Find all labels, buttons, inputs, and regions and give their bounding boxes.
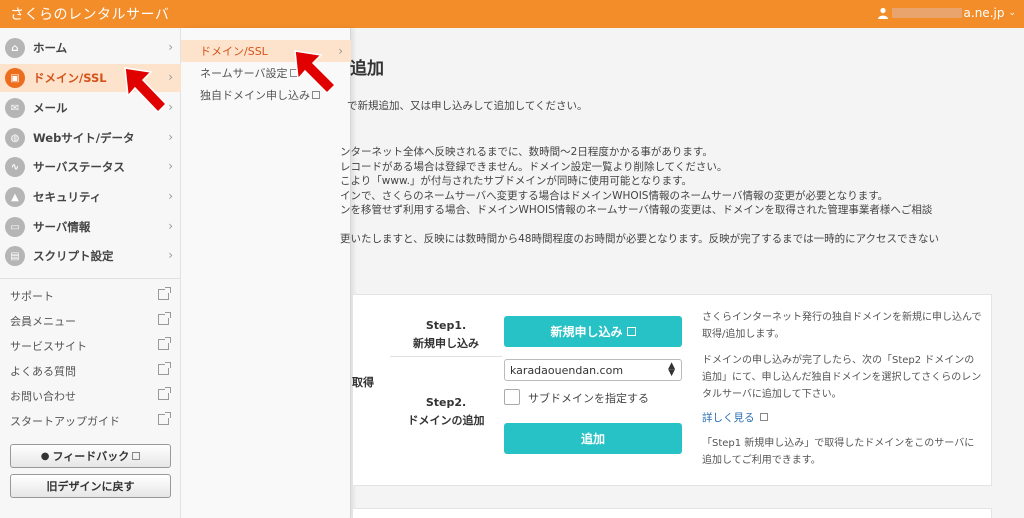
chevron-right-icon: ›: [168, 248, 173, 262]
server-icon: ▭: [5, 217, 25, 237]
sidebar-item-label: メール: [33, 101, 68, 115]
redacted-user-name: [891, 8, 962, 18]
step1-label: Step1. 新規申し込み: [390, 317, 502, 353]
sidebar-item-label: サーバ情報: [33, 220, 91, 234]
step1-title: Step1.: [425, 319, 467, 332]
note-line: インで、さくらのネームサーバへ変更する場合はドメインWHOIS情報のネームサーバ…: [340, 189, 889, 202]
sidebar-link-support[interactable]: サポート: [0, 284, 181, 308]
link-label: サービスサイト: [10, 340, 87, 353]
user-icon: [877, 7, 888, 19]
sidebar-link-contact[interactable]: お問い合わせ: [0, 384, 181, 408]
note-line: [340, 218, 1024, 233]
step1-subtitle: 新規申し込み: [413, 337, 479, 350]
selected-domain: karadaouendan.com: [510, 363, 624, 377]
padlock-icon: ▲: [5, 187, 25, 207]
feedback-button[interactable]: ● フィードバック: [10, 444, 171, 468]
user-menu[interactable]: a.ne.jp ⌄: [877, 6, 1016, 20]
external-link-icon: [158, 387, 171, 400]
chevron-right-icon: ›: [168, 130, 173, 144]
subdomain-checkbox[interactable]: [504, 389, 520, 405]
add-domain-button[interactable]: 追加: [504, 423, 682, 454]
page-title: 追加: [350, 59, 384, 79]
link-label: スタートアップガイド: [10, 415, 120, 428]
sidebar-divider: [0, 278, 181, 279]
step1-description: さくらインターネット発行の独自ドメインを新規に申し込んで取得/追加します。: [702, 312, 982, 340]
sidebar-item-label: Webサイト/データ: [33, 131, 135, 145]
external-link-icon: [158, 287, 171, 300]
button-label: 新規申し込み: [550, 325, 623, 339]
chevron-down-icon: ⌄: [1008, 8, 1016, 18]
domain-submenu: ドメイン/SSL › ネームサーバ設定 独自ドメイン申し込み: [181, 28, 351, 518]
external-link-icon: [158, 412, 171, 425]
chart-icon: ∿: [5, 157, 25, 177]
sidebar-item-label: ドメイン/SSL: [33, 71, 107, 85]
sidebar-item-server-status[interactable]: ∿ サーバステータス ›: [0, 153, 181, 181]
sidebar-item-label: ホーム: [33, 41, 68, 55]
script-icon: ▤: [5, 246, 25, 266]
submenu-label: ドメイン/SSL: [200, 45, 268, 58]
sidebar-link-member-menu[interactable]: 会員メニュー: [0, 309, 181, 333]
external-link-icon: [759, 413, 768, 421]
note-line: ンターネット全体へ反映されるまでに、数時間〜2日程度かかる事があります。: [340, 146, 713, 158]
old-design-button[interactable]: 旧デザインに戻す: [10, 474, 171, 498]
note-line: ンを移管せず利用する場合、ドメインWHOIS情報のネームサーバ情報の変更は、ドメ…: [340, 204, 933, 216]
red-arrow-pointer-icon: [294, 50, 337, 95]
brand-title[interactable]: さくらのレンタルサーバ: [0, 4, 169, 24]
new-application-button[interactable]: 新規申し込み: [504, 316, 682, 347]
sidebar-item-script-settings[interactable]: ▤ スクリプト設定 ›: [0, 242, 181, 270]
notes-list: ンターネット全体へ反映されるまでに、数時間〜2日程度かかる事があります。 レコー…: [340, 145, 1024, 247]
red-arrow-pointer-icon: [124, 67, 168, 114]
step2-add-description: 「Step1 新規申し込み」で取得したドメインをこのサーバに追加してご利用できま…: [702, 438, 975, 466]
domain-select[interactable]: karadaouendan.com ▲ ▼: [504, 359, 682, 381]
submenu-label: ネームサーバ設定: [200, 67, 288, 80]
user-domain: a.ne.jp: [963, 6, 1005, 20]
note-line: 更いたしますと、反映には数時間から48時間程度のお時間が必要となります。反映が完…: [340, 233, 940, 245]
chat-icon: ●: [40, 450, 50, 462]
link-label: 会員メニュー: [10, 315, 76, 328]
step2-title: Step2.: [425, 396, 467, 409]
globe-icon: ◍: [5, 128, 25, 148]
intro-text: で新規追加、又は申し込みして追加してください。: [347, 100, 588, 112]
step2-description: ドメインの申し込みが完了したら、次の「Step2 ドメインの追加」にて、申し込ん…: [702, 355, 982, 400]
external-link-icon: [158, 362, 171, 375]
lock-icon: ▣: [5, 68, 25, 88]
note-line: こより「www.」が付与されたサブドメインが同時に使用可能となります。: [340, 175, 693, 187]
top-bar: さくらのレンタルサーバ a.ne.jp ⌄: [0, 0, 1024, 28]
chevron-right-icon: ›: [168, 159, 173, 173]
sidebar-item-website-data[interactable]: ◍ Webサイト/データ ›: [0, 124, 181, 152]
step2-label: Step2. ドメインの追加: [390, 394, 502, 430]
sidebar-link-startup-guide[interactable]: スタートアップガイド: [0, 409, 181, 433]
sidebar-link-faq[interactable]: よくある質問: [0, 359, 181, 383]
chevron-right-icon: ›: [168, 219, 173, 233]
sidebar-item-label: サーバステータス: [33, 160, 125, 174]
button-label: フィードバック: [52, 450, 130, 463]
select-updown-icon: ▲ ▼: [668, 361, 675, 378]
link-label: サポート: [10, 290, 54, 303]
sidebar-item-label: セキュリティ: [33, 190, 102, 204]
subdomain-checkbox-label[interactable]: サブドメインを指定する: [528, 390, 649, 406]
link-label: よくある質問: [10, 365, 76, 378]
external-link-icon: [158, 312, 171, 325]
external-link-icon: [132, 452, 141, 460]
sidebar-item-security[interactable]: ▲ セキュリティ ›: [0, 183, 181, 211]
chevron-right-icon: ›: [168, 189, 173, 203]
step-divider: [390, 356, 502, 357]
link-label: 詳しく見る: [702, 412, 755, 424]
sidebar-item-home[interactable]: ⌂ ホーム ›: [0, 34, 181, 62]
note-line: レコードがある場合は登録できません。ドメイン設定一覧より削除してください。: [340, 160, 728, 173]
chevron-right-icon: ›: [168, 40, 173, 54]
learn-more-link[interactable]: 詳しく見る: [702, 410, 768, 425]
step2-subtitle: ドメインの追加: [407, 414, 485, 427]
link-label: お問い合わせ: [10, 390, 76, 403]
home-icon: ⌂: [5, 38, 25, 58]
external-link-icon: [158, 337, 171, 350]
external-link-icon: [626, 327, 636, 336]
sidebar-link-service-site[interactable]: サービスサイト: [0, 334, 181, 358]
sidebar-item-server-info[interactable]: ▭ サーバ情報 ›: [0, 213, 181, 241]
sidebar-item-label: スクリプト設定: [33, 249, 114, 263]
acquire-label: 取得: [352, 376, 374, 389]
mail-icon: ✉: [5, 98, 25, 118]
next-section-card: [352, 508, 992, 518]
